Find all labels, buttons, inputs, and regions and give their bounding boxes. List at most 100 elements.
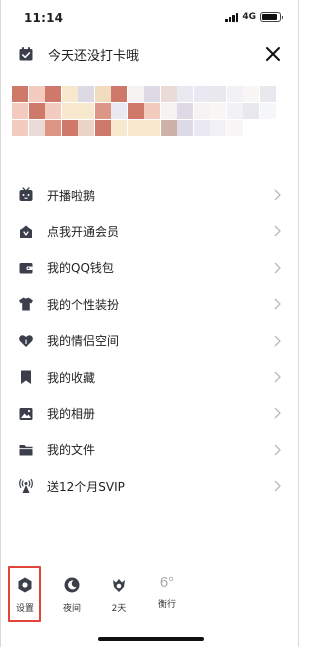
menu-label: 我的个性装扮 <box>47 297 120 312</box>
mosaic-tile <box>45 120 61 136</box>
pet-days-button[interactable]: 2天 <box>102 568 136 614</box>
mosaic-tile <box>193 86 210 102</box>
battery-icon <box>260 12 283 22</box>
chevron-right-icon <box>274 335 281 347</box>
menu-item-wallet[interactable]: 我的QQ钱包 <box>0 250 299 286</box>
mosaic-tile <box>127 120 144 136</box>
mosaic-tile <box>160 103 177 119</box>
mosaic-tile <box>226 86 243 102</box>
mosaic-tile <box>94 103 111 119</box>
mosaic-tile <box>127 103 144 119</box>
profile-card-blurred[interactable] <box>12 86 287 140</box>
mosaic-tile <box>210 103 226 119</box>
chevron-right-icon <box>274 444 281 456</box>
tshirt-icon <box>19 297 33 311</box>
weather-button[interactable]: 6° 衡行 <box>150 568 184 610</box>
chevron-right-icon <box>274 407 281 419</box>
mosaic-tile <box>177 103 193 119</box>
mosaic-tile <box>28 120 45 136</box>
menu-item-favorites[interactable]: 我的收藏 <box>0 359 299 395</box>
status-time: 11:14 <box>24 11 64 25</box>
mosaic-tile <box>243 86 259 102</box>
network-type: 4G <box>242 12 256 22</box>
mosaic-tile <box>78 103 94 119</box>
weather-temperature: 6° <box>159 574 175 591</box>
mosaic-tile <box>78 120 94 136</box>
mosaic-tile <box>177 120 193 136</box>
mosaic-tile <box>210 86 226 102</box>
wallet-icon <box>19 262 33 274</box>
chevron-right-icon <box>274 225 281 237</box>
signal-icon <box>225 12 239 22</box>
status-bar: 11:14 4G <box>0 0 299 34</box>
checkin-title: 今天还没打卡哦 <box>48 49 140 64</box>
folder-icon <box>19 444 33 456</box>
heart-icon <box>19 335 33 347</box>
checkin-header[interactable]: 今天还没打卡哦 <box>0 38 299 70</box>
pixelated-avatar-and-name <box>12 86 282 138</box>
mosaic-tile <box>160 86 177 102</box>
menu-item-live[interactable]: 开播啦鹅 <box>0 177 299 213</box>
mosaic-tile <box>28 103 45 119</box>
chevron-right-icon <box>274 298 281 310</box>
menu-label: 我的收藏 <box>47 370 96 385</box>
mosaic-tile <box>61 120 78 136</box>
mosaic-tile <box>61 86 78 102</box>
chevron-right-icon <box>274 262 281 274</box>
mosaic-tile <box>111 120 127 136</box>
mosaic-tile <box>193 103 210 119</box>
mosaic-tile <box>127 86 144 102</box>
mosaic-tile <box>111 86 127 102</box>
menu-label: 点我开通会员 <box>47 225 120 240</box>
menu-item-svip-gift[interactable]: 送12个月SVIP <box>0 468 299 504</box>
mosaic-tile <box>160 120 177 136</box>
weather-city-label: 衡行 <box>157 600 176 610</box>
menu-label: 送12个月SVIP <box>47 479 125 494</box>
menu-item-album[interactable]: 我的相册 <box>0 395 299 431</box>
mosaic-tile <box>226 103 243 119</box>
mosaic-tile <box>259 86 276 102</box>
mosaic-tile <box>243 103 259 119</box>
mosaic-tile <box>210 120 226 136</box>
days-label: 2天 <box>111 604 127 614</box>
mosaic-tile <box>177 86 193 102</box>
photo-icon <box>19 407 33 420</box>
drawer-bottom-bar: 设置 夜间 2天 6° 衡行 <box>0 568 299 624</box>
mosaic-tile <box>144 86 160 102</box>
bookmark-icon <box>21 370 31 385</box>
mosaic-tile <box>45 86 61 102</box>
antenna-icon <box>19 479 33 494</box>
mosaic-tile <box>61 103 78 119</box>
night-mode-button[interactable]: 夜间 <box>55 568 89 614</box>
vip-crown-icon <box>20 225 32 238</box>
live-tv-icon <box>19 187 33 202</box>
mosaic-tile <box>45 103 61 119</box>
mosaic-tile <box>111 103 127 119</box>
mosaic-tile <box>94 120 111 136</box>
mosaic-tile <box>12 120 28 136</box>
menu-label: 我的情侣空间 <box>47 334 120 349</box>
menu-item-theme[interactable]: 我的个性装扮 <box>0 286 299 322</box>
mosaic-tile <box>193 120 210 136</box>
mosaic-tile <box>78 86 94 102</box>
mosaic-tile <box>144 120 160 136</box>
menu-label: 我的文件 <box>47 443 96 458</box>
menu-item-vip[interactable]: 点我开通会员 <box>0 213 299 249</box>
menu-label: 开播啦鹅 <box>47 188 96 203</box>
mosaic-tile <box>28 86 45 102</box>
status-indicators: 4G <box>225 12 283 22</box>
mosaic-tile <box>144 103 160 119</box>
chevron-right-icon <box>274 371 281 383</box>
moon-icon <box>64 577 80 593</box>
night-mode-label: 夜间 <box>62 604 81 614</box>
close-icon[interactable] <box>261 42 285 66</box>
menu-item-couple[interactable]: 我的情侣空间 <box>0 323 299 359</box>
menu-item-files[interactable]: 我的文件 <box>0 432 299 468</box>
mosaic-tile <box>259 103 276 119</box>
penguin-badge-icon <box>113 579 125 592</box>
mosaic-tile <box>12 103 28 119</box>
mosaic-tile <box>94 86 111 102</box>
chevron-right-icon <box>274 480 281 492</box>
settings-highlight-annotation <box>8 566 41 622</box>
home-indicator[interactable] <box>98 637 204 641</box>
